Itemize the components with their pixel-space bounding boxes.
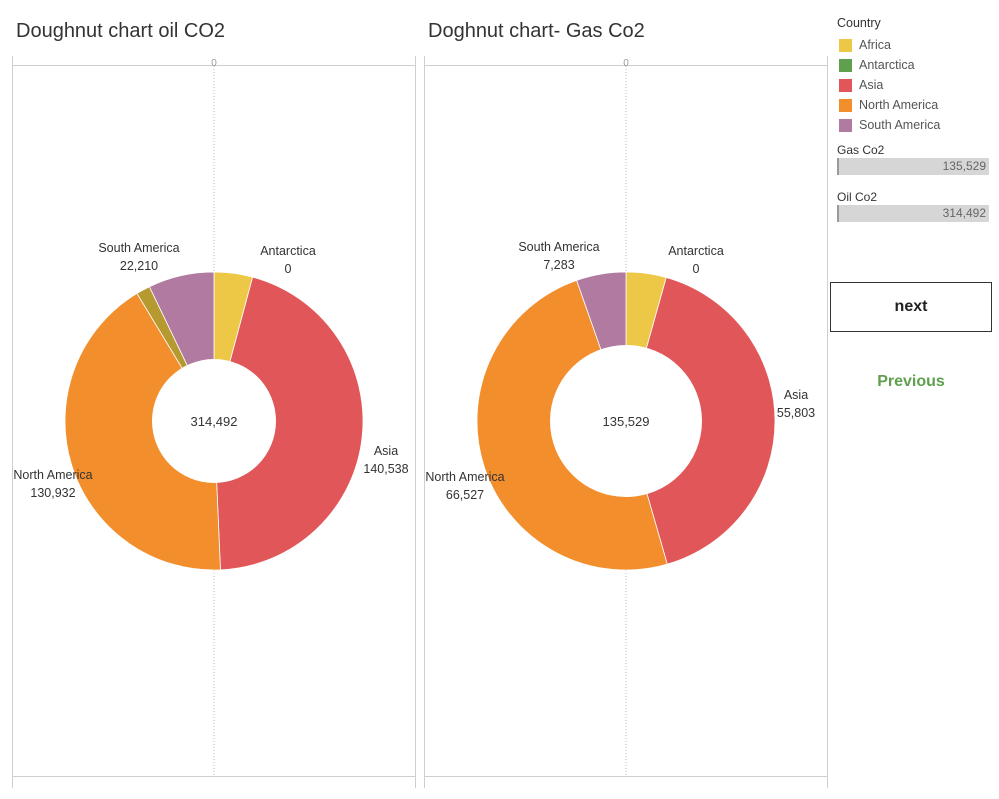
slice-value-north-america: 66,527 [446,488,484,502]
slice-label-antarctica: Antarctica [668,244,724,258]
measure-bar: 135,529 [837,158,989,175]
gas-doughnut-chart: 0 135,529 Asia 55,803 North America 66,527 Sou… [425,58,815,776]
slice-label-asia: Asia [784,388,808,402]
slice-value-antarctica: 0 [693,262,700,276]
slice-label-asia: Asia [374,444,398,458]
legend-swatch [839,118,852,132]
legend-item-asia[interactable]: Asia [837,75,992,95]
slice-value-asia: 55,803 [777,406,815,420]
next-button[interactable]: next [830,282,992,332]
doughnut-total-label: 314,492 [191,414,238,429]
slice-label-north-america: North America [13,468,92,482]
slice-value-asia: 140,538 [363,462,408,476]
slice-label-south-america: South America [518,240,599,254]
legend-label: North America [859,98,939,112]
slice-label-antarctica: Antarctica [260,244,316,258]
slice-value-south-america: 22,210 [120,259,158,273]
previous-button[interactable]: Previous [830,364,992,400]
legend-label: Antarctica [859,58,915,72]
axis-zero-label: 0 [211,58,217,69]
slice-label-north-america: North America [425,470,504,484]
legend-item-south-america[interactable]: South America [837,115,992,135]
legend-swatch [839,58,852,72]
legend-swatch [839,38,852,52]
legend-swatch [839,78,852,92]
slice-value-antarctica: 0 [285,262,292,276]
legend-item-north-america[interactable]: North America [837,95,992,115]
country-legend: Country Africa Antarctica Asia North Ame… [837,16,992,135]
measure-value: 314,492 [942,206,986,220]
oil-doughnut-chart: 0 314,492 Asia 140,538 North America 130,932 S… [13,58,409,776]
measure-bar: 314,492 [837,205,989,222]
slice-value-north-america: 130,932 [30,486,75,500]
measure-label: Gas Co2 [837,143,885,157]
slice-label-south-america: South America [98,241,179,255]
legend-item-antarctica[interactable]: Antarctica [837,55,992,75]
doughnut-total-label: 135,529 [603,414,650,429]
legend-title: Country [837,16,881,30]
gas-co2-measure: Gas Co2 135,529 [837,143,989,175]
legend-label: South America [859,118,941,132]
oil-chart-panel: 0 314,492 Asia 140,538 North America 130,932 S… [12,56,416,788]
axis-zero-label: 0 [623,58,629,69]
chart-title-oil: Doughnut chart oil CO2 [16,20,226,42]
slice-value-south-america: 7,283 [543,258,574,272]
legend-item-africa[interactable]: Africa [837,35,992,55]
legend-label: Asia [859,78,884,92]
measure-value: 135,529 [942,159,986,173]
chart-title-gas: Doghnut chart- Gas Co2 [428,20,645,42]
legend-label: Africa [859,38,891,52]
oil-co2-measure: Oil Co2 314,492 [837,190,989,222]
gas-chart-panel: 0 135,529 Asia 55,803 North America 66,527 Sou… [424,56,828,788]
legend-swatch [839,98,852,112]
measure-label: Oil Co2 [837,190,878,204]
